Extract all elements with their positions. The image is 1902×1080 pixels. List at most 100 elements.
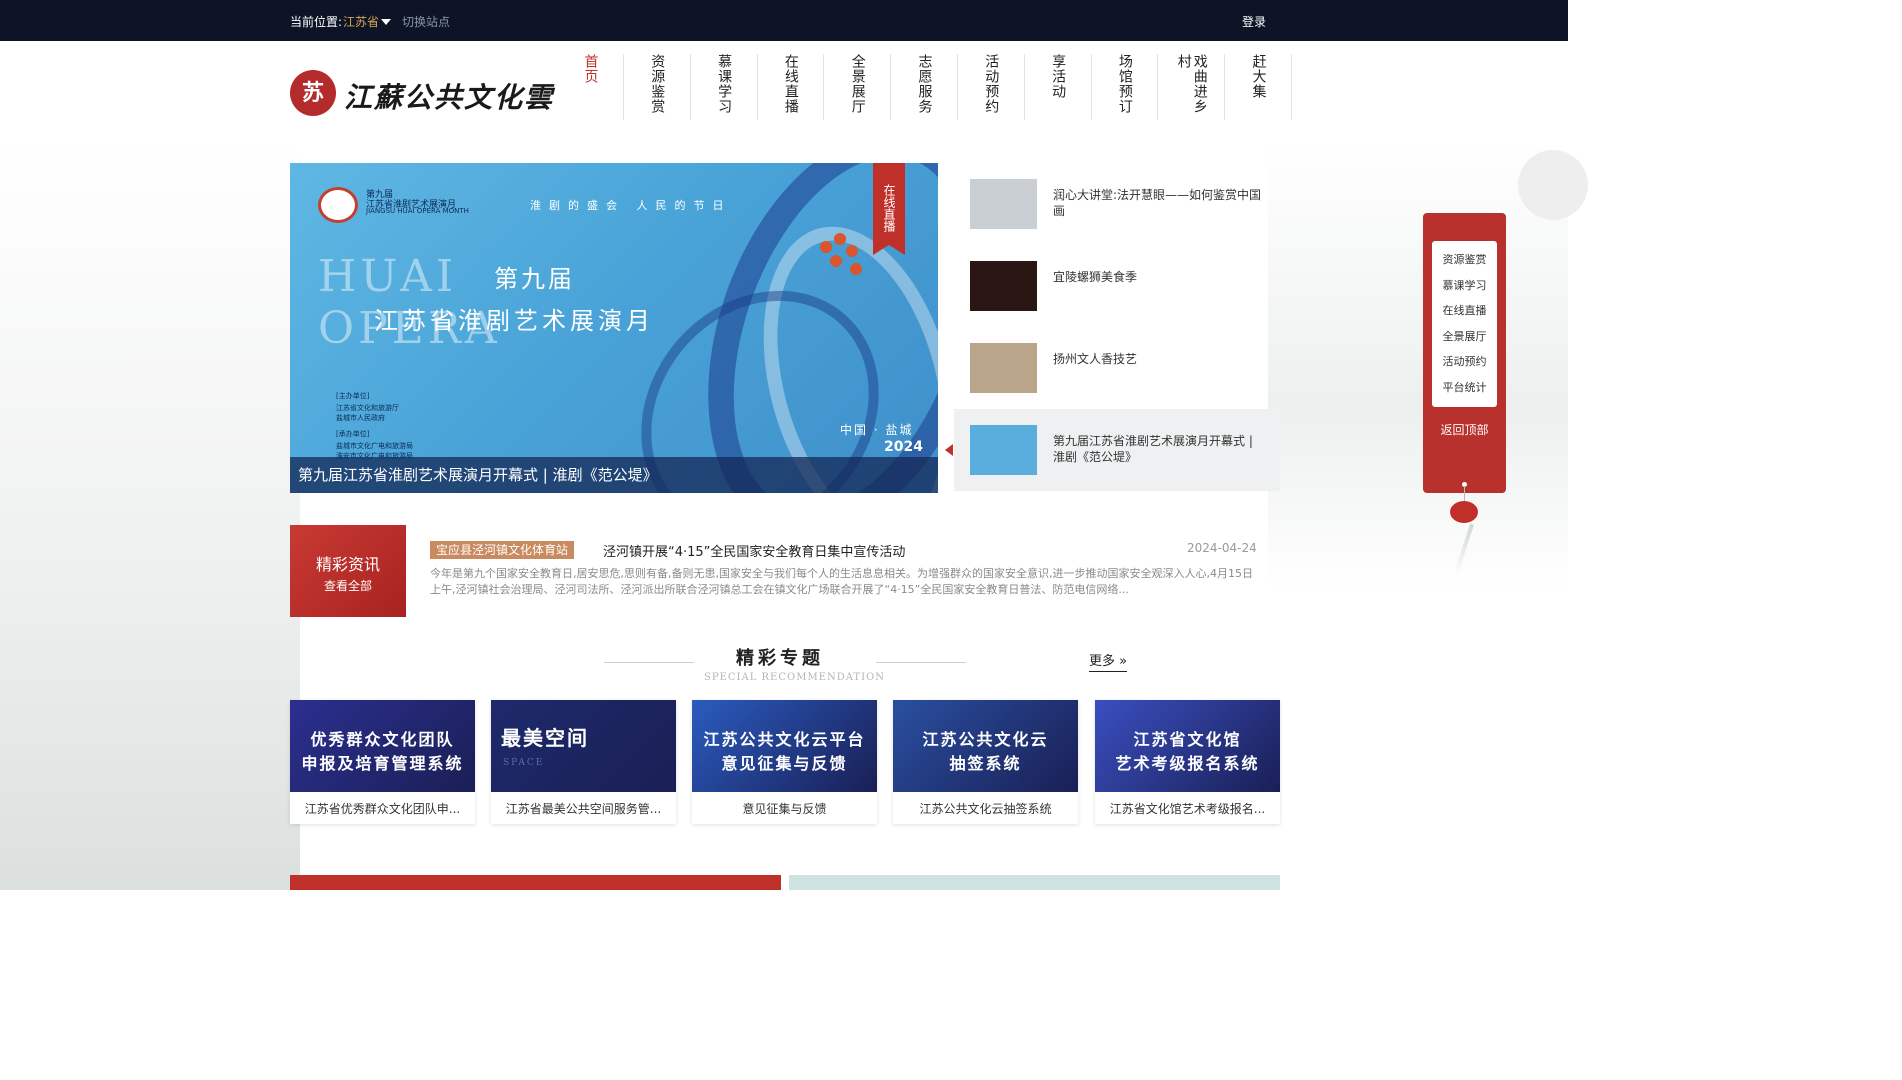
nav-item-label: 全景展厅 — [849, 54, 866, 114]
login-link[interactable]: 登录 — [1242, 13, 1266, 30]
topic-card-best-space[interactable]: 最美空间 SPACE 江苏省最美公共空间服务管... — [491, 700, 676, 824]
topic-card-image-text: 最美空间 — [501, 726, 589, 750]
side-list-thumbnail — [970, 343, 1037, 393]
banner-organizer-line: 江苏省文化和旅游厅 — [336, 404, 399, 412]
side-list-item[interactable]: 润心大讲堂:法开慧眼——如何鉴赏中国画 — [954, 163, 1280, 245]
active-indicator-icon — [945, 444, 953, 456]
hero-banner[interactable]: 第九届 江苏省淮剧艺术展演月 JIANGSU HUAI OPERA MONTH … — [290, 163, 938, 493]
nav-item-market[interactable]: 赶大集 — [1226, 54, 1292, 120]
topic-card-image-text: 申报及培育管理系统 — [301, 754, 464, 773]
side-list-item[interactable]: 宜陵螺狮美食季 — [954, 245, 1280, 327]
news-section-badge[interactable]: 精彩资讯 查看全部 — [290, 525, 406, 617]
location-selector[interactable]: 江苏省 — [343, 13, 379, 30]
special-topics-subtitle: SPECIAL RECOMMENDATION — [704, 672, 885, 683]
news-date: 2024-04-24 — [1187, 541, 1257, 555]
caret-down-icon[interactable] — [381, 19, 391, 25]
divider-line — [604, 662, 694, 663]
news-headline[interactable]: 泾河镇开展“4·15”全民国家安全教育日集中宣传活动 — [603, 541, 905, 560]
topic-card-art-grading[interactable]: 江苏省文化馆 艺术考级报名系统 江苏省文化馆艺术考级报名... — [1095, 700, 1280, 824]
side-list-item[interactable]: 扬州文人香技艺 — [954, 327, 1280, 409]
topic-card-label: 江苏省优秀群众文化团队申... — [304, 802, 461, 816]
topic-card-image: 优秀群众文化团队 申报及培育管理系统 — [290, 700, 475, 792]
banner-year: 2024 — [884, 439, 923, 455]
logo-seal-icon: 苏 — [290, 70, 336, 116]
background-mist-left — [0, 140, 300, 890]
nav-item-live[interactable]: 在线直播 — [758, 54, 825, 120]
banner-logo-icon — [318, 187, 358, 223]
nav-item-label: 戏曲进乡村 — [1175, 54, 1208, 114]
topic-card-label: 意见征集与反馈 — [742, 802, 827, 816]
news-source-tag: 宝应县泾河镇文化体育站 — [430, 541, 575, 559]
banner-side-list: 润心大讲堂:法开慧眼——如何鉴赏中国画宜陵螺狮美食季 扬州文人香技艺第九届江苏省淮… — [945, 163, 1280, 493]
topic-card-image: 江苏省文化馆 艺术考级报名系统 — [1095, 700, 1280, 792]
banner-place: 中国 · 盐城 — [840, 423, 914, 437]
nav-item-label: 资源鉴赏 — [649, 54, 666, 114]
side-list-thumbnail — [970, 179, 1037, 229]
topic-card-image-text: 江苏省文化馆 — [1133, 730, 1242, 749]
topic-card-image-text: 江苏公共文化云 — [922, 730, 1049, 749]
bottom-banner-right[interactable] — [789, 875, 1280, 890]
banner-title: 江苏省淮剧艺术展演月 — [374, 307, 654, 335]
topic-card-team-system[interactable]: 优秀群众文化团队 申报及培育管理系统江苏省优秀群众文化团队申... — [290, 700, 475, 824]
side-list-thumbnail — [970, 261, 1037, 311]
nav-item-booking[interactable]: 活动预约 — [959, 54, 1025, 120]
nav-item-mooc[interactable]: 慕课学习 — [692, 54, 758, 120]
topic-card-image-text: 意见征集与反馈 — [721, 754, 848, 773]
news-summary: 今年是第九个国家安全教育日,居安思危,思则有备,备则无患,国家安全与我们每个人的… — [430, 567, 1253, 596]
nav-item-enjoy[interactable]: 享活动 — [1026, 54, 1092, 120]
nav-item-label: 享活动 — [1050, 54, 1067, 99]
quick-nav-panorama[interactable]: 全景展厅 — [1432, 328, 1497, 344]
banner-logo-line: JIANGSU HUAI OPERA MONTH — [366, 207, 469, 215]
background-mist-right — [1268, 140, 1568, 590]
nav-item-label: 在线直播 — [782, 54, 799, 114]
live-badge: 在线直播 — [873, 163, 905, 255]
lantern-icon — [1450, 501, 1478, 523]
quick-nav-mooc[interactable]: 慕课学习 — [1432, 277, 1497, 293]
banner-organizer-line: 盐城市文化广电和旅游局 — [336, 442, 413, 450]
back-to-top-button[interactable]: 返回顶部 — [1423, 421, 1506, 438]
banner-caption[interactable]: 第九届江苏省淮剧艺术展演月开幕式 | 淮剧《范公堤》 — [290, 457, 938, 493]
banner-huai-text: HUAI — [318, 251, 458, 302]
nav-item-venue[interactable]: 场馆预订 — [1092, 54, 1159, 120]
bottom-banner-left[interactable] — [290, 875, 781, 890]
topic-card-lottery[interactable]: 江苏公共文化云 抽签系统 江苏公共文化云抽签系统 — [893, 700, 1078, 824]
quick-nav-live[interactable]: 在线直播 — [1432, 302, 1497, 318]
nav-item-label: 首页 — [582, 54, 599, 84]
banner-organizer-line: [承办单位] — [336, 430, 370, 438]
topic-card-image-text: SPACE — [503, 758, 545, 768]
background-moon — [1518, 150, 1588, 220]
topic-card-image: 江苏公共文化云平台 意见征集与反馈 — [692, 700, 877, 792]
topic-card-image-text: 艺术考级报名系统 — [1115, 754, 1260, 773]
nav-item-opera[interactable]: 戏曲进乡村 — [1159, 54, 1226, 120]
nav-item-label: 慕课学习 — [716, 54, 733, 114]
topic-card-image: 江苏公共文化云 抽签系统 — [893, 700, 1078, 792]
cord-decoration — [1464, 486, 1465, 502]
topic-card-feedback[interactable]: 江苏公共文化云平台 意见征集与反馈 意见征集与反馈 — [692, 700, 877, 824]
banner-flower-decoration — [820, 233, 880, 283]
side-list-item[interactable]: 第九届江苏省淮剧艺术展演月开幕式 | 淮剧《范公堤》 — [945, 409, 1280, 491]
switch-site-link[interactable]: 切换站点 — [402, 13, 450, 30]
nav-item-resources[interactable]: 资源鉴赏 — [625, 54, 691, 120]
banner-organizer-line: [主办单位] — [336, 392, 370, 400]
banner-organizer-line: 盐城市人民政府 — [336, 414, 385, 422]
topic-card-label: 江苏公共文化云抽签系统 — [919, 802, 1052, 816]
more-topics-link[interactable]: 更多 » — [1089, 650, 1128, 672]
topic-card-image: 最美空间 SPACE — [491, 700, 676, 792]
side-list-title: 润心大讲堂:法开慧眼——如何鉴赏中国画 — [1053, 188, 1262, 218]
news-section-title: 精彩资讯 — [315, 555, 380, 574]
top-bar: 当前位置: 江苏省 切换站点 登录 — [0, 0, 1568, 41]
site-logo[interactable]: 苏 江蘇公共文化雲 — [290, 68, 560, 120]
quick-nav-resources[interactable]: 资源鉴赏 — [1432, 251, 1497, 267]
nav-item-volunteer[interactable]: 志愿服务 — [892, 54, 958, 120]
nav-item-label: 活动预约 — [983, 54, 1000, 114]
banner-slogan: 淮剧的盛会 人民的节日 — [530, 199, 732, 212]
banner-edition: 第九届 — [494, 265, 575, 293]
nav-item-panorama[interactable]: 全景展厅 — [825, 54, 892, 120]
quick-nav-statistics[interactable]: 平台统计 — [1432, 379, 1497, 395]
nav-item-home[interactable]: 首页 — [558, 54, 624, 120]
side-list-title: 第九届江苏省淮剧艺术展演月开幕式 | 淮剧《范公堤》 — [1053, 434, 1253, 464]
quick-nav-booking[interactable]: 活动预约 — [1432, 353, 1497, 369]
nav-item-label: 志愿服务 — [916, 54, 933, 114]
special-topics-header: 精彩专题 SPECIAL RECOMMENDATION — [600, 636, 970, 688]
view-all-news-link[interactable]: 查看全部 — [290, 577, 406, 594]
